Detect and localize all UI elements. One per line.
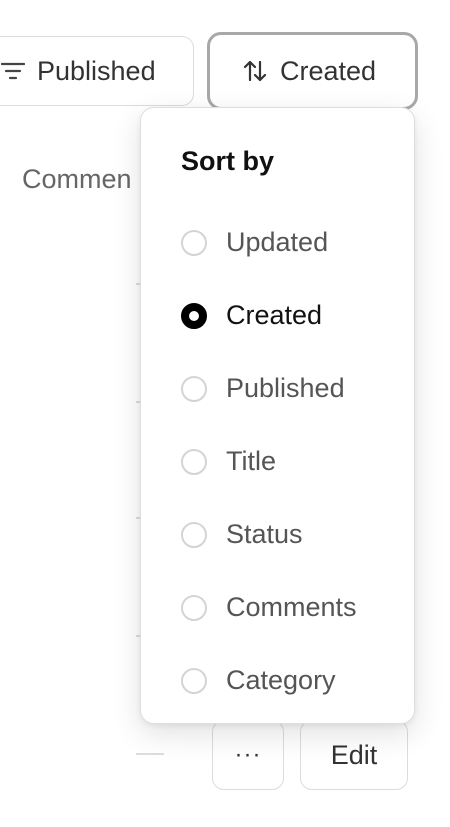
sort-option-published[interactable]: Published <box>181 352 414 425</box>
sort-options-list: Updated Created Published Title Status C… <box>181 206 414 717</box>
sort-option-label: Comments <box>226 592 357 622</box>
filter-icon <box>1 61 25 81</box>
sort-option-status[interactable]: Status <box>181 498 414 571</box>
radio-button[interactable] <box>181 302 207 329</box>
sort-option-label: Created <box>226 300 323 330</box>
sort-button[interactable]: Created <box>207 32 418 110</box>
sort-option-label: Updated <box>226 227 329 257</box>
sort-option-label: Category <box>226 665 336 695</box>
radio-button[interactable] <box>181 594 207 621</box>
comments-column-header: Commen <box>22 164 132 194</box>
sort-option-created[interactable]: Created <box>181 279 414 352</box>
radio-button[interactable] <box>181 667 207 694</box>
sort-button-label: Created <box>280 55 377 86</box>
radio-button[interactable] <box>181 375 207 402</box>
edit-button-label: Edit <box>330 739 378 770</box>
sort-dropdown-menu: Sort by Updated Created Published Title … <box>140 107 415 724</box>
more-actions-label: ··· <box>234 741 262 768</box>
radio-button[interactable] <box>181 448 207 475</box>
radio-button[interactable] <box>181 229 207 256</box>
page: Commen ··· Edit Published Created Sort b… <box>0 0 450 827</box>
filter-button[interactable]: Published <box>0 36 194 106</box>
sort-arrows-icon <box>242 58 268 84</box>
sort-option-label: Title <box>226 446 277 476</box>
sort-option-label: Published <box>226 373 345 403</box>
sort-option-label: Status <box>226 519 303 549</box>
sort-option-comments[interactable]: Comments <box>181 571 414 644</box>
edit-button[interactable]: Edit <box>300 720 408 790</box>
sort-option-updated[interactable]: Updated <box>181 206 414 279</box>
radio-button[interactable] <box>181 521 207 548</box>
sort-menu-title: Sort by <box>181 146 275 176</box>
more-actions-button[interactable]: ··· <box>212 720 284 790</box>
empty-value-dash <box>136 753 164 755</box>
filter-button-label: Published <box>37 55 156 86</box>
sort-option-category[interactable]: Category <box>181 644 414 717</box>
sort-option-title[interactable]: Title <box>181 425 414 498</box>
